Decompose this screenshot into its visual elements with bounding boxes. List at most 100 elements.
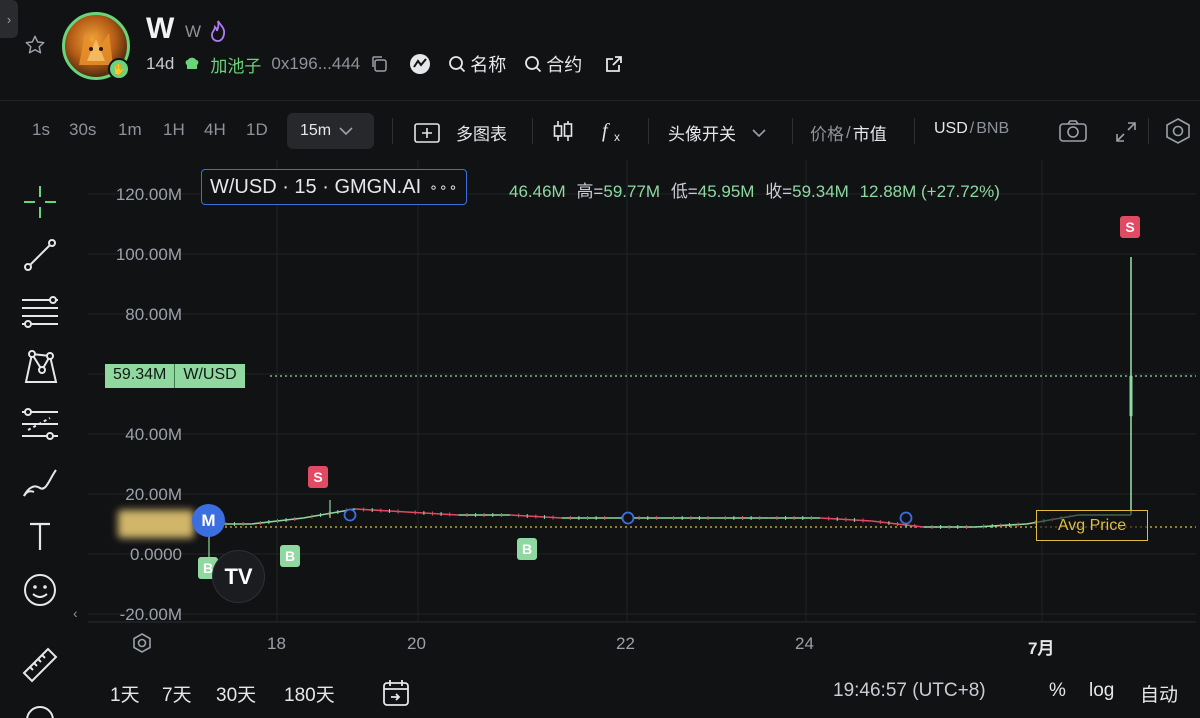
toolbar-divider [392, 118, 393, 144]
timeframe-4h[interactable]: 4H [204, 120, 226, 140]
avatar-toggle-dropdown[interactable]: 头像开关 [668, 120, 766, 145]
timeframe-1s[interactable]: 1s [32, 120, 50, 140]
search-icon [525, 56, 542, 73]
y-tick-label: 80.00M [125, 305, 182, 324]
active-timeframe-label: 15m [300, 122, 332, 139]
currency-usd[interactable]: USD [934, 120, 968, 138]
zoom-icon[interactable] [20, 700, 60, 718]
token-title: W [146, 12, 175, 45]
series-legend[interactable]: W/USD · 15 · GMGN.AI ∘∘∘ [201, 169, 468, 205]
price-option[interactable]: 价格 [810, 120, 844, 145]
toolbar-divider [914, 118, 915, 144]
search-name-label: 名称 [470, 55, 507, 75]
avg-price-label: Avg Price [1036, 510, 1148, 541]
flame-icon [211, 20, 226, 42]
calendar-goto-icon[interactable] [381, 678, 411, 708]
add-chart-icon [414, 122, 440, 143]
range-7d[interactable]: 7天 [162, 680, 192, 707]
candlestick-icon[interactable] [551, 119, 575, 143]
range-1d[interactable]: 1天 [110, 680, 140, 707]
high-label: 高= [576, 182, 604, 201]
analytics-icon[interactable] [408, 52, 432, 76]
x-tick-label: 24 [795, 634, 814, 653]
multi-chart-button[interactable]: 多图表 [414, 120, 507, 145]
sidebar-collapse-button[interactable]: › [0, 0, 18, 38]
y-tick-label: -20.00M [119, 605, 182, 624]
pool-label: 加池子 [210, 56, 262, 76]
search-icon [449, 56, 466, 73]
svg-text:f: f [602, 120, 610, 142]
high-value: 59.77M [603, 182, 661, 201]
more-options-icon[interactable]: ∘∘∘ [429, 179, 458, 196]
log-toggle[interactable]: log [1089, 680, 1114, 702]
ruler-icon[interactable] [20, 645, 60, 685]
token-age: 14d [146, 54, 175, 73]
fullscreen-icon[interactable] [1114, 120, 1138, 144]
range-180d[interactable]: 180天 [284, 680, 335, 707]
spike-candle [1129, 375, 1133, 417]
current-price-tag: 59.34M W/USD [105, 364, 245, 388]
verified-hand-icon: ✋ [108, 58, 130, 80]
contract-address: 0x196...444 [271, 54, 361, 73]
sell-marker[interactable]: S [308, 466, 328, 488]
sell-marker[interactable]: S [1120, 216, 1140, 238]
auto-toggle[interactable]: 自动 [1140, 680, 1178, 707]
currency-toggle[interactable]: USD / BNB [934, 120, 1009, 138]
search-name-button[interactable]: 名称 [448, 51, 506, 77]
currency-separator: / [969, 120, 975, 137]
settings-hex-icon[interactable] [1164, 117, 1192, 145]
tradingview-logo[interactable]: TV [212, 550, 265, 603]
star-icon[interactable] [24, 34, 46, 56]
buy-marker[interactable]: B [517, 538, 537, 560]
timeframe-30s[interactable]: 30s [69, 120, 96, 140]
timeframe-1d[interactable]: 1D [246, 120, 268, 140]
toolbar-divider [532, 118, 533, 144]
svg-text:x: x [614, 130, 620, 143]
copy-icon[interactable] [370, 55, 388, 73]
blurred-label [118, 510, 194, 538]
close-label: 收= [765, 182, 793, 201]
low-value: 45.95M [697, 182, 755, 201]
search-contract-button[interactable]: 合约 [524, 51, 582, 77]
current-price-symbol: W/USD [174, 364, 245, 388]
token-symbol: W [185, 22, 202, 41]
y-tick-label: 20.00M [125, 485, 182, 504]
currency-bnb[interactable]: BNB [976, 120, 1009, 138]
timeframe-dropdown[interactable]: 15m [287, 113, 374, 149]
chart-grid [88, 160, 1196, 623]
camera-icon[interactable] [1058, 119, 1088, 143]
event-circle [343, 508, 357, 522]
y-tick-label: 120.00M [115, 185, 182, 204]
chef-hat-icon [185, 57, 199, 69]
multi-chart-label: 多图表 [456, 125, 507, 144]
chart-settings-icon[interactable] [131, 632, 153, 654]
low-label: 低= [670, 182, 698, 201]
x-tick-label: 20 [407, 634, 426, 653]
price-mcap-toggle[interactable]: 价格 / 市值 [810, 120, 887, 145]
indicators-icon[interactable]: fx [601, 119, 627, 143]
open-value: 46.46M [509, 182, 566, 201]
x-tick-label: 22 [616, 634, 635, 653]
price-mcap-separator: / [846, 122, 851, 142]
toolbar-divider [792, 118, 793, 144]
chevron-down-icon [752, 128, 766, 137]
timeframe-1m[interactable]: 1m [118, 120, 142, 140]
change-value: 12.88M (+27.72%) [859, 182, 1000, 201]
mcap-option[interactable]: 市值 [853, 120, 887, 145]
avatar-toggle-label: 头像开关 [668, 125, 736, 144]
migration-marker[interactable]: M [192, 504, 225, 537]
x-tick-label: 7月 [1028, 639, 1055, 658]
toolbar-divider [1148, 118, 1149, 144]
legend-title: W/USD · 15 · GMGN.AI [210, 175, 422, 198]
buy-marker[interactable]: B [280, 545, 300, 567]
x-tick-label: 18 [267, 634, 286, 653]
ohlc-readout: 46.46M 高=59.77M 低=45.95M 收=59.34M 12.88M… [509, 177, 1000, 202]
timeframe-1h[interactable]: 1H [163, 120, 185, 140]
header-divider [0, 100, 1200, 101]
external-link-icon[interactable] [604, 54, 624, 74]
range-30d[interactable]: 30天 [216, 680, 256, 707]
toolbar-divider [648, 118, 649, 144]
percent-toggle[interactable]: % [1049, 680, 1066, 702]
clock-readout[interactable]: 19:46:57 (UTC+8) [833, 680, 986, 702]
event-circle [899, 511, 913, 525]
